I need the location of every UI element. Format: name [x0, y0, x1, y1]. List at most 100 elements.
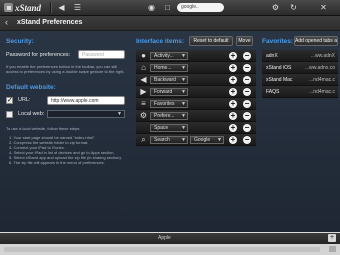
add-icon[interactable]: +	[229, 76, 237, 84]
search-icon: ⌕	[141, 135, 146, 144]
preferences-header: ‹ xStand Preferences	[0, 16, 340, 31]
gear-icon[interactable]: ⚙	[270, 2, 281, 13]
app-name: xStand	[15, 2, 42, 13]
move-button[interactable]: Move	[236, 36, 253, 46]
item-select[interactable]: Activity... ▼	[150, 52, 188, 60]
space-icon	[139, 123, 148, 132]
security-heading: Security:	[6, 38, 34, 45]
interface-item: ◀ Backward ▼ + −	[136, 74, 256, 86]
remove-icon[interactable]: −	[243, 88, 251, 96]
item-select[interactable]: Favorites ▼	[150, 100, 188, 108]
chevron-down-icon: ▼	[181, 89, 186, 95]
interface-item: ⌕ Search ▼ Google ▼ + −	[136, 134, 256, 146]
chevron-down-icon: ▼	[117, 111, 122, 117]
add-icon[interactable]: +	[229, 64, 237, 72]
add-opened-tabs-button[interactable]: Add opened tabs as f	[294, 36, 338, 46]
interface-item: ● Activity... ▼ + −	[136, 50, 256, 62]
tab-bar: Apple +	[0, 233, 340, 244]
favorites-icon: ≡	[141, 99, 146, 108]
preferences-icon: ⚙	[139, 111, 148, 120]
logo-icon	[4, 3, 13, 12]
search-engine-select[interactable]: Google ▼	[190, 136, 224, 144]
chevron-down-icon: ▼	[181, 65, 186, 71]
remove-icon[interactable]: −	[243, 100, 251, 108]
refresh-icon[interactable]: ↻	[288, 2, 299, 13]
local-web-checkbox[interactable]	[6, 111, 13, 118]
url-label: URL:	[18, 97, 31, 103]
favorite-name: adnX	[266, 53, 278, 59]
add-icon[interactable]: +	[229, 88, 237, 96]
reset-to-default-button[interactable]: Reset to default	[189, 36, 233, 46]
local-web-note: To use a local website, follow these ste…	[6, 126, 81, 131]
preferences-panel: Security: Password for preferences: Pass…	[0, 31, 340, 232]
favorite-item[interactable]: FAQS ...nd4mac.c	[262, 86, 338, 98]
corner-box-icon	[329, 246, 336, 252]
local-web-label: Local web:	[18, 111, 45, 117]
search-input[interactable]: google..	[177, 3, 224, 12]
back-icon: ◀	[140, 75, 147, 84]
back-icon[interactable]: ‹	[5, 17, 8, 27]
chevron-down-icon: ▼	[181, 113, 186, 119]
remove-icon[interactable]: −	[243, 112, 251, 120]
local-web-select[interactable]: ▼	[47, 110, 125, 118]
item-label: Activity...	[154, 53, 174, 59]
add-icon[interactable]: +	[229, 52, 237, 60]
password-field[interactable]: Password	[78, 50, 125, 59]
add-icon[interactable]: +	[229, 124, 237, 132]
interface-items-heading: Interface items:	[136, 38, 185, 45]
remove-icon[interactable]: −	[243, 136, 251, 144]
chevron-down-icon: ▼	[181, 101, 186, 107]
item-label: Search	[154, 137, 170, 143]
interface-item: ≡ Favorites ▼ + −	[136, 98, 256, 110]
item-select[interactable]: Prefere... ▼	[150, 112, 188, 120]
brand: xStand	[4, 2, 41, 13]
item-label: Backward	[154, 77, 176, 83]
favorites-heading: Favorites:	[262, 38, 294, 45]
chevron-down-icon: ▼	[181, 53, 186, 59]
favorite-url: ...ww.adnx.co	[304, 65, 335, 71]
add-icon[interactable]: +	[229, 136, 237, 144]
remove-icon[interactable]: −	[243, 52, 251, 60]
item-label: Favorites	[154, 101, 175, 107]
favorite-url: ...nd4mac.c	[309, 77, 335, 83]
divider	[50, 2, 52, 13]
favorite-item[interactable]: adnX ...ww.adnX	[262, 50, 338, 62]
interface-item: ▶ Forward ▼ + −	[136, 86, 256, 98]
item-select[interactable]: Search ▼	[150, 136, 188, 144]
favorite-url: ...ww.adnX	[310, 53, 335, 59]
item-select[interactable]: Forward ▼	[150, 88, 188, 96]
top-toolbar: xStand ◀ ☰ ◉ □ google.. ⚙ ↻ ✕	[0, 0, 340, 16]
favorite-item[interactable]: xStand Mac ...nd4mac.c	[262, 74, 338, 86]
item-select[interactable]: Space ▼	[150, 124, 188, 132]
progress-track	[4, 247, 320, 252]
url-field[interactable]: http://www.apple.com	[47, 96, 125, 105]
chevron-down-icon: ▼	[217, 137, 222, 143]
interface-item: ⚙ Prefere... ▼ + −	[136, 110, 256, 122]
tabs-icon[interactable]: □	[162, 2, 173, 13]
item-select[interactable]: Backward ▼	[150, 76, 188, 84]
default-website-heading: Default website:	[6, 84, 56, 91]
interface-item: ⌂ Home... ▼ + −	[136, 62, 256, 74]
interface-item: Space ▼ + −	[136, 122, 256, 134]
close-icon[interactable]: ✕	[318, 2, 329, 13]
add-icon[interactable]: +	[229, 112, 237, 120]
back-arrow-icon[interactable]: ◀	[56, 2, 67, 13]
remove-icon[interactable]: −	[243, 64, 251, 72]
remove-icon[interactable]: −	[243, 76, 251, 84]
add-icon[interactable]: +	[229, 100, 237, 108]
search-engine-label: Google	[194, 137, 211, 143]
favorite-name: FAQS	[266, 89, 280, 95]
status-strip	[0, 244, 340, 255]
menu-icon[interactable]: ☰	[72, 2, 83, 13]
item-label: Forward	[154, 89, 173, 95]
item-select[interactable]: Home... ▼	[150, 64, 188, 72]
tab-apple[interactable]: Apple	[158, 235, 171, 241]
remove-icon[interactable]: −	[243, 124, 251, 132]
new-tab-icon[interactable]: +	[328, 234, 336, 242]
favorite-item[interactable]: xStand iOS ...ww.adnx.co	[262, 62, 338, 74]
chevron-down-icon: ▼	[181, 125, 186, 131]
eye-icon[interactable]: ◉	[146, 2, 157, 13]
home-icon: ⌂	[141, 63, 146, 72]
url-checkbox[interactable]	[6, 96, 13, 104]
item-label: Space	[154, 125, 169, 131]
